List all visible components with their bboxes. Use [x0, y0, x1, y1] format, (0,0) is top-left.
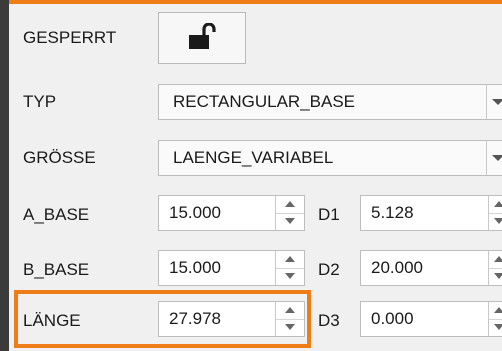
size-label: GRÖSSE: [23, 148, 96, 167]
arrow-down-icon: [285, 273, 295, 279]
a-base-increment-button[interactable]: [276, 196, 304, 214]
d3-spinbox[interactable]: 0.000: [360, 301, 502, 337]
size-dropdown-arrow[interactable]: [486, 141, 502, 175]
length-label: LÄNGE: [23, 311, 81, 330]
d2-decrement-button[interactable]: [489, 268, 502, 285]
arrow-down-icon: [285, 324, 295, 330]
arrow-up-icon: [285, 201, 295, 207]
b-base-label: B_BASE: [23, 260, 90, 279]
a-base-value: 15.000: [169, 203, 221, 222]
d2-increment-button[interactable]: [489, 251, 502, 269]
b-base-value: 15.000: [169, 258, 221, 277]
arrow-down-icon: [494, 218, 502, 224]
type-dropdown-arrow[interactable]: [486, 85, 502, 119]
length-decrement-button[interactable]: [276, 319, 304, 336]
b-base-increment-button[interactable]: [276, 251, 304, 269]
d3-decrement-button[interactable]: [489, 319, 502, 336]
d1-increment-button[interactable]: [489, 196, 502, 214]
d3-value: 0.000: [371, 309, 414, 328]
left-edge: [0, 0, 9, 351]
arrow-down-icon: [494, 273, 502, 279]
d2-value: 20.000: [371, 258, 423, 277]
b-base-spinbox[interactable]: 15.000: [158, 250, 305, 286]
arrow-up-icon: [494, 256, 502, 262]
locked-label: GESPERRT: [23, 28, 117, 47]
arrow-up-icon: [285, 307, 295, 313]
arrow-down-icon: [494, 324, 502, 330]
arrow-down-icon: [285, 218, 295, 224]
d1-spinbox[interactable]: 5.128: [360, 195, 502, 231]
d1-label: D1: [318, 205, 340, 224]
properties-panel: [9, 4, 502, 351]
type-dropdown[interactable]: RECTANGULAR_BASE: [158, 84, 502, 120]
d1-value: 5.128: [371, 203, 414, 222]
unlocked-padlock-icon: [189, 23, 216, 49]
length-value: 27.978: [169, 309, 221, 328]
d3-increment-button[interactable]: [489, 302, 502, 320]
a-base-spinbox[interactable]: 15.000: [158, 195, 305, 231]
lock-toggle-button[interactable]: [158, 12, 246, 64]
d1-decrement-button[interactable]: [489, 213, 502, 230]
d2-spinbox[interactable]: 20.000: [360, 250, 502, 286]
chevron-down-icon: [492, 155, 502, 161]
b-base-decrement-button[interactable]: [276, 268, 304, 285]
size-selected-value: LAENGE_VARIABEL: [173, 148, 334, 167]
a-base-decrement-button[interactable]: [276, 213, 304, 230]
arrow-up-icon: [285, 256, 295, 262]
arrow-up-icon: [494, 201, 502, 207]
chevron-down-icon: [492, 99, 502, 105]
d3-label: D3: [318, 311, 340, 330]
type-selected-value: RECTANGULAR_BASE: [173, 92, 356, 111]
length-increment-button[interactable]: [276, 302, 304, 320]
d2-label: D2: [318, 260, 340, 279]
length-spinbox[interactable]: 27.978: [158, 301, 305, 337]
arrow-up-icon: [494, 307, 502, 313]
size-dropdown[interactable]: LAENGE_VARIABEL: [158, 140, 502, 176]
type-label: TYP: [23, 92, 57, 111]
a-base-label: A_BASE: [23, 205, 90, 224]
